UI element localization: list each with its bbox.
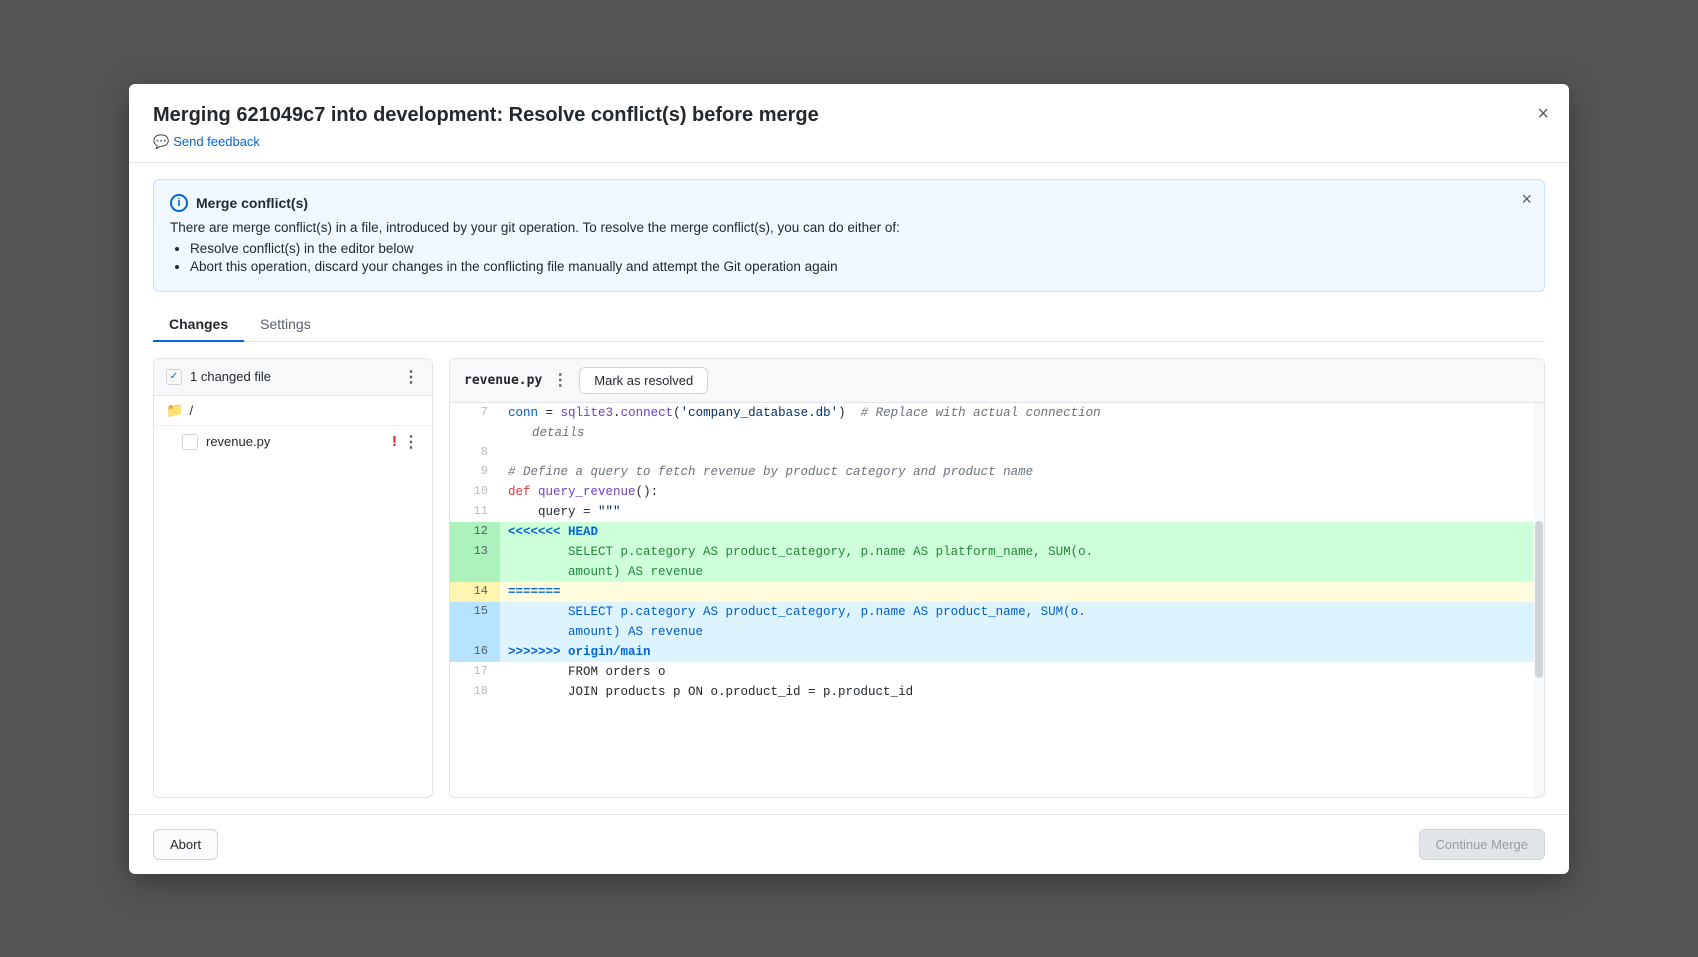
editor-content[interactable]: 7 conn = sqlite3.connect('company_databa…	[450, 403, 1544, 702]
feedback-label: Send feedback	[173, 134, 260, 149]
modal-footer: Abort Continue Merge	[129, 814, 1569, 874]
scrollbar-thumb[interactable]	[1535, 521, 1543, 679]
banner-list: Resolve conflict(s) in the editor below …	[170, 241, 1528, 274]
line-number	[450, 423, 500, 443]
line-code: # Define a query to fetch revenue by pro…	[500, 462, 1544, 482]
line-code: details	[500, 423, 1544, 443]
editor-filename: revenue.py	[464, 373, 542, 388]
line-code: amount) AS revenue	[500, 562, 1544, 582]
tabs-bar: Changes Settings	[153, 308, 1545, 342]
info-icon: i	[170, 194, 188, 212]
table-row: 13 SELECT p.category AS product_category…	[450, 542, 1544, 562]
table-row: amount) AS revenue	[450, 562, 1544, 582]
conflict-badge: !	[392, 433, 397, 450]
merge-conflict-modal: Merging 621049c7 into development: Resol…	[129, 84, 1569, 874]
line-code: query = """	[500, 502, 1544, 522]
line-number: 10	[450, 482, 500, 502]
editor-header: revenue.py ⋮ Mark as resolved	[450, 359, 1544, 403]
abort-button[interactable]: Abort	[153, 829, 218, 860]
code-table: 7 conn = sqlite3.connect('company_databa…	[450, 403, 1544, 702]
file-panel-menu-button[interactable]: ⋮	[403, 367, 420, 387]
line-number: 11	[450, 502, 500, 522]
modal-close-button[interactable]: ×	[1533, 100, 1553, 128]
line-number: 7	[450, 403, 500, 423]
banner-close-button[interactable]: ×	[1521, 190, 1532, 208]
editor-menu-button[interactable]: ⋮	[552, 370, 569, 390]
file-panel: ✓ 1 changed file ⋮ 📁 / revenue.py !	[153, 358, 433, 798]
folder-icon: 📁	[166, 402, 183, 419]
send-feedback-link[interactable]: 💬 Send feedback	[153, 134, 260, 150]
table-row: 10 def query_revenue():	[450, 482, 1544, 502]
banner-description: There are merge conflict(s) in a file, i…	[170, 220, 1528, 235]
line-number: 16	[450, 642, 500, 662]
line-number: 12	[450, 522, 500, 542]
file-name: revenue.py	[206, 434, 270, 449]
folder-item: 📁 /	[154, 396, 432, 426]
content-area: ✓ 1 changed file ⋮ 📁 / revenue.py !	[153, 358, 1545, 798]
line-number: 17	[450, 662, 500, 682]
scrollbar-track[interactable]	[1534, 403, 1544, 797]
table-row: 7 conn = sqlite3.connect('company_databa…	[450, 403, 1544, 423]
line-code: =======	[500, 582, 1544, 602]
table-row: 9 # Define a query to fetch revenue by p…	[450, 462, 1544, 482]
tab-settings[interactable]: Settings	[244, 308, 327, 342]
line-code: amount) AS revenue	[500, 622, 1544, 642]
line-code: FROM orders o	[500, 662, 1544, 682]
line-number: 9	[450, 462, 500, 482]
line-number: 8	[450, 443, 500, 462]
table-row: details	[450, 423, 1544, 443]
line-number: 18	[450, 682, 500, 702]
table-row: 16 >>>>>>> origin/main	[450, 642, 1544, 662]
info-banner: i Merge conflict(s) There are merge conf…	[153, 179, 1545, 292]
file-panel-header: ✓ 1 changed file ⋮	[154, 359, 432, 396]
table-row: 8	[450, 443, 1544, 462]
line-code: conn = sqlite3.connect('company_database…	[500, 403, 1544, 423]
mark-as-resolved-button[interactable]: Mark as resolved	[579, 367, 708, 394]
banner-title: Merge conflict(s)	[196, 195, 308, 211]
line-code: def query_revenue():	[500, 482, 1544, 502]
line-number: 13	[450, 542, 500, 562]
line-code: >>>>>>> origin/main	[500, 642, 1544, 662]
file-checkbox[interactable]	[182, 434, 198, 450]
file-item[interactable]: revenue.py ! ⋮	[154, 426, 432, 458]
table-row: 14 =======	[450, 582, 1544, 602]
table-row: 11 query = """	[450, 502, 1544, 522]
feedback-icon: 💬	[153, 134, 169, 150]
folder-name: /	[189, 403, 193, 418]
line-number: 14	[450, 582, 500, 602]
modal-body: i Merge conflict(s) There are merge conf…	[129, 163, 1569, 814]
modal-header: Merging 621049c7 into development: Resol…	[129, 84, 1569, 163]
line-code	[500, 443, 1544, 462]
table-row: 18 JOIN products p ON o.product_id = p.p…	[450, 682, 1544, 702]
file-menu-button[interactable]: ⋮	[403, 432, 420, 452]
tab-changes[interactable]: Changes	[153, 308, 244, 342]
banner-list-item: Abort this operation, discard your chang…	[190, 259, 1528, 274]
modal-title: Merging 621049c7 into development: Resol…	[153, 104, 1545, 127]
line-number	[450, 562, 500, 582]
line-code: JOIN products p ON o.product_id = p.prod…	[500, 682, 1544, 702]
line-code: SELECT p.category AS product_category, p…	[500, 602, 1544, 622]
changed-count-label: 1 changed file	[190, 369, 271, 384]
editor-panel: revenue.py ⋮ Mark as resolved 7 conn = s…	[449, 358, 1545, 798]
table-row: 12 <<<<<<< HEAD	[450, 522, 1544, 542]
banner-header: i Merge conflict(s)	[170, 194, 1528, 212]
select-all-checkbox[interactable]: ✓	[166, 369, 182, 385]
line-number	[450, 622, 500, 642]
table-row: amount) AS revenue	[450, 622, 1544, 642]
line-code: SELECT p.category AS product_category, p…	[500, 542, 1544, 562]
editor-scroll-wrapper: 7 conn = sqlite3.connect('company_databa…	[450, 403, 1544, 797]
table-row: 15 SELECT p.category AS product_category…	[450, 602, 1544, 622]
table-row: 17 FROM orders o	[450, 662, 1544, 682]
file-count: ✓ 1 changed file	[166, 369, 271, 385]
banner-list-item: Resolve conflict(s) in the editor below	[190, 241, 1528, 256]
line-number: 15	[450, 602, 500, 622]
line-code: <<<<<<< HEAD	[500, 522, 1544, 542]
continue-merge-button[interactable]: Continue Merge	[1419, 829, 1546, 860]
